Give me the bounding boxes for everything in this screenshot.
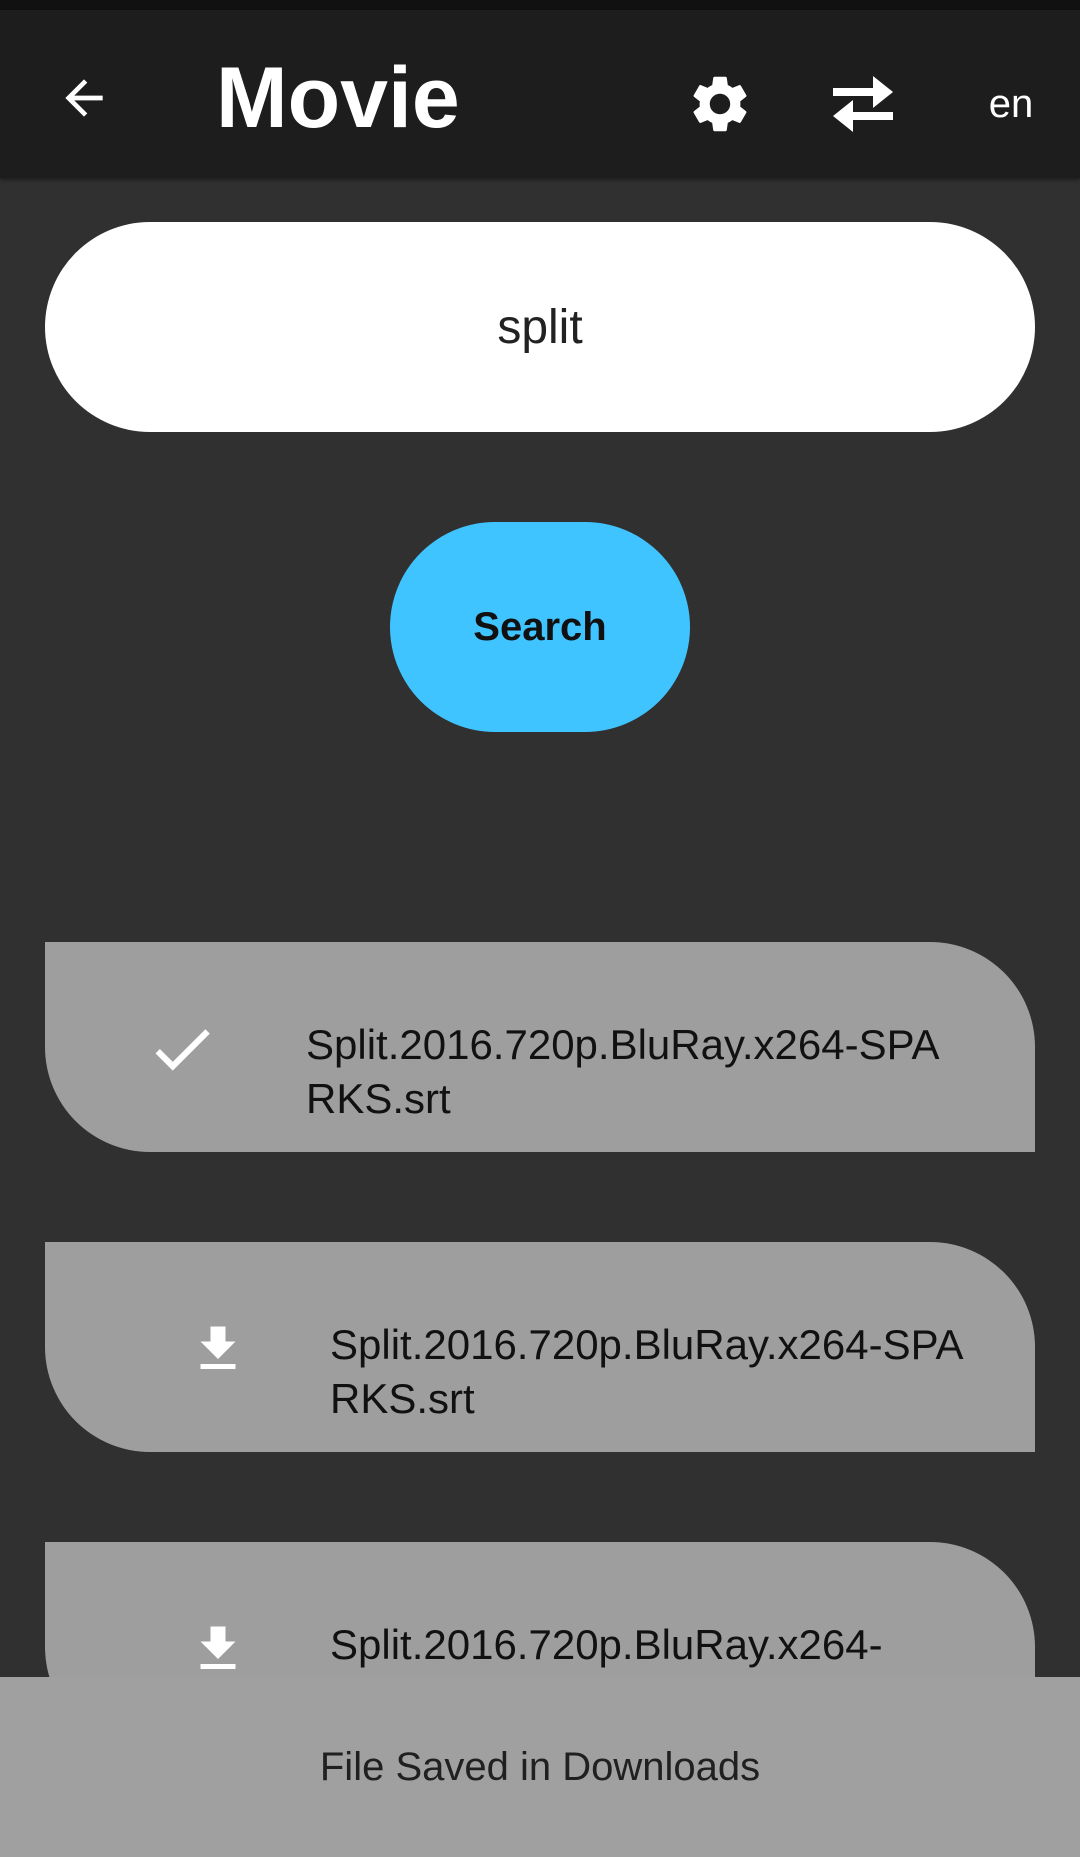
check-icon [145, 1012, 219, 1086]
search-button[interactable]: Search [390, 522, 690, 732]
result-filename: Split.2016.720p.BluRay.x264-SPARKS.srt [306, 1021, 940, 1122]
result-item[interactable]: Split.2016.720p.BluRay.x264-SPARKS.srt [45, 942, 1035, 1152]
back-button[interactable] [48, 62, 120, 134]
search-field[interactable] [45, 222, 1035, 432]
download-icon[interactable] [181, 1612, 255, 1686]
arrow-back-icon [65, 79, 103, 117]
result-filename: Split.2016.720p.BluRay.x264-SPARKS.srt [330, 1321, 964, 1422]
result-item[interactable]: Split.2016.720p.BluRay.x264-SPARKS.srt [45, 1242, 1035, 1452]
app-bar: Movie en [0, 10, 1080, 178]
search-input[interactable] [140, 299, 940, 355]
download-icon[interactable] [181, 1312, 255, 1386]
snackbar: File Saved in Downloads [0, 1677, 1080, 1857]
status-bar [0, 0, 1080, 10]
swap-button[interactable] [822, 66, 904, 142]
settings-button[interactable] [682, 66, 758, 142]
language-selector[interactable]: en [966, 72, 1056, 136]
page-title: Movie [216, 50, 460, 146]
swap-arrows-icon [833, 76, 893, 132]
result-filename: Split.2016.720p.BluRay.x264- [330, 1621, 883, 1668]
gear-icon [693, 76, 747, 132]
snackbar-message: File Saved in Downloads [319, 1744, 761, 1789]
